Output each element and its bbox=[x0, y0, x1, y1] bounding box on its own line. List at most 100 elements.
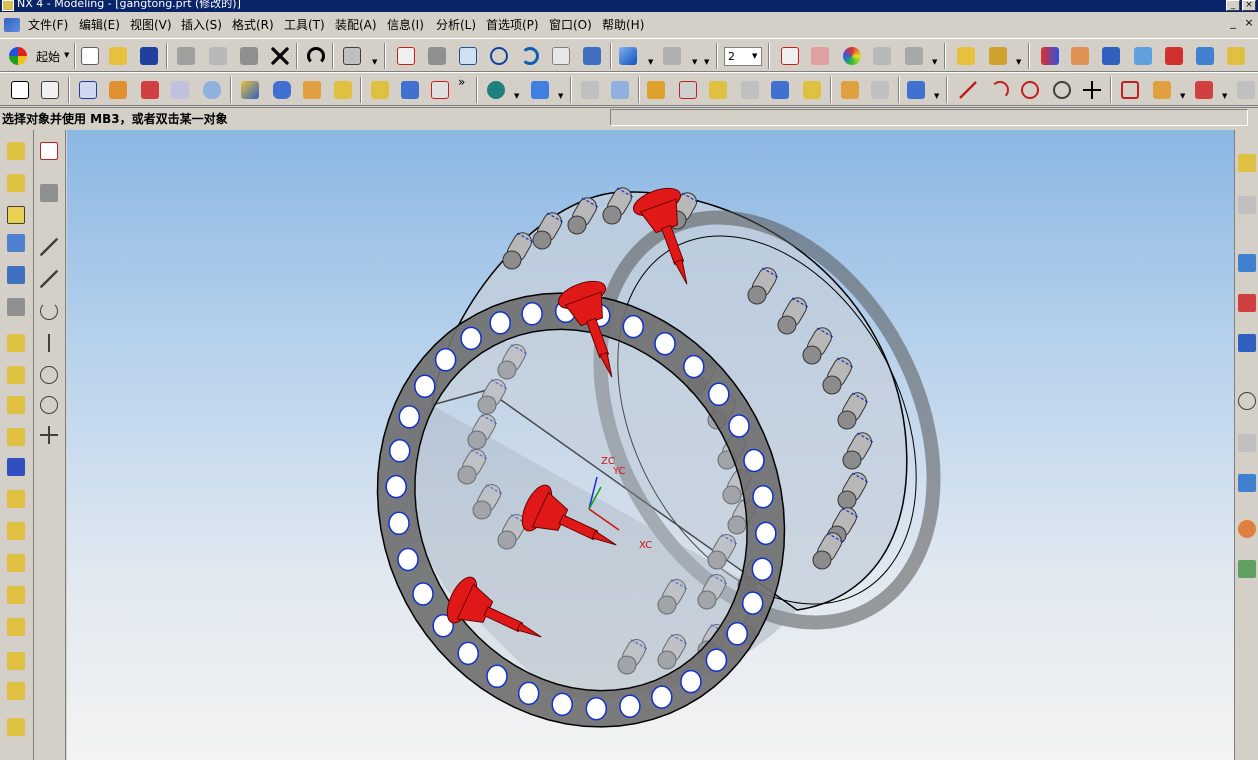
boss-icon[interactable] bbox=[398, 78, 422, 102]
cone-icon[interactable] bbox=[300, 78, 324, 102]
feature-icon[interactable] bbox=[1068, 44, 1092, 68]
curve-dropdown-arrow[interactable]: ▼ bbox=[1180, 93, 1186, 100]
zoom-window-icon[interactable] bbox=[425, 44, 449, 68]
menu-insert[interactable]: 插入(S) bbox=[181, 18, 222, 33]
pan-icon[interactable] bbox=[549, 44, 573, 68]
curve-rule-icon[interactable] bbox=[1118, 78, 1142, 102]
offset-face-icon[interactable] bbox=[676, 78, 700, 102]
view-orient-icon[interactable] bbox=[660, 44, 684, 68]
system-materials-tab[interactable] bbox=[1236, 556, 1258, 582]
view-orient-dropdown-arrow[interactable]: ▼ bbox=[692, 59, 698, 66]
shaded-cube-icon[interactable] bbox=[616, 44, 640, 68]
color-palette-icon[interactable] bbox=[840, 44, 864, 68]
trim-dropdown-arrow[interactable]: ▼ bbox=[558, 93, 564, 100]
line-tool-icon[interactable] bbox=[36, 234, 62, 260]
assembly-cut-icon[interactable] bbox=[3, 678, 29, 704]
v13-sketch-icon[interactable] bbox=[38, 78, 62, 102]
sequence-icon[interactable] bbox=[3, 614, 29, 640]
paste-icon[interactable] bbox=[237, 44, 261, 68]
arc-tool-icon[interactable] bbox=[36, 298, 62, 324]
minimize-button[interactable]: _ bbox=[1226, 0, 1240, 11]
zoom-icon[interactable] bbox=[456, 44, 480, 68]
menu-window[interactable]: 窗口(O) bbox=[549, 18, 592, 33]
doc-close-button[interactable]: × bbox=[1242, 17, 1256, 31]
block-icon[interactable] bbox=[238, 78, 262, 102]
arc-icon[interactable] bbox=[988, 78, 1012, 102]
menu-tools[interactable]: 工具(T) bbox=[284, 18, 325, 33]
roles-tab[interactable] bbox=[1236, 516, 1258, 542]
help-tab[interactable] bbox=[1236, 330, 1258, 356]
measure-distance-icon[interactable] bbox=[954, 44, 978, 68]
circle-icon[interactable] bbox=[1050, 78, 1074, 102]
reposition-icon[interactable] bbox=[3, 486, 29, 512]
surface-icon[interactable] bbox=[1099, 44, 1123, 68]
line-icon[interactable] bbox=[956, 78, 980, 102]
explode-view-icon[interactable] bbox=[3, 262, 29, 288]
doc-minimize-button[interactable]: _ bbox=[1226, 17, 1240, 31]
shell-icon[interactable] bbox=[644, 78, 668, 102]
analysis-icon[interactable] bbox=[1038, 44, 1062, 68]
reuse-library-tab[interactable] bbox=[1236, 470, 1258, 496]
circle-tool-icon[interactable] bbox=[36, 392, 62, 418]
substitute-icon[interactable] bbox=[3, 582, 29, 608]
assembly-navigator-tab[interactable] bbox=[1236, 150, 1258, 176]
edge-blend-icon[interactable] bbox=[578, 78, 602, 102]
sheet-icon[interactable] bbox=[1131, 44, 1155, 68]
menu-assembly[interactable]: 装配(A) bbox=[335, 18, 377, 33]
snap-point-icon[interactable] bbox=[36, 138, 62, 164]
menu-edit[interactable]: 编辑(E) bbox=[79, 18, 120, 33]
chamfer-icon[interactable] bbox=[608, 78, 632, 102]
measure-dropdown-arrow[interactable]: ▼ bbox=[1016, 59, 1022, 66]
visibility-dropdown-arrow[interactable]: ▼ bbox=[932, 59, 938, 66]
assembly-icon[interactable] bbox=[8, 78, 32, 102]
web-browser-tab[interactable] bbox=[1236, 250, 1258, 276]
project-dropdown-arrow[interactable]: ▼ bbox=[1222, 93, 1228, 100]
clock-tab[interactable] bbox=[1236, 388, 1258, 414]
drafting-icon[interactable] bbox=[1224, 44, 1248, 68]
draft-icon[interactable] bbox=[768, 78, 792, 102]
menu-help[interactable]: 帮助(H) bbox=[602, 18, 644, 33]
patch-icon[interactable] bbox=[868, 78, 892, 102]
point-tool-icon[interactable] bbox=[36, 422, 62, 448]
cut-icon[interactable] bbox=[174, 44, 198, 68]
gear-assembly-icon[interactable] bbox=[36, 180, 62, 206]
start-button[interactable]: 起始 bbox=[36, 48, 60, 65]
start-icon[interactable] bbox=[6, 44, 30, 68]
replace-component-icon[interactable] bbox=[3, 550, 29, 576]
cylinder-ring-model[interactable] bbox=[376, 160, 1001, 728]
copy-icon[interactable] bbox=[206, 44, 230, 68]
selection-filter-dropdown-arrow[interactable]: ▼ bbox=[372, 59, 378, 66]
sew-icon[interactable] bbox=[838, 78, 862, 102]
open-folder-icon[interactable] bbox=[106, 44, 130, 68]
rotate-icon[interactable] bbox=[518, 44, 542, 68]
new-file-icon[interactable] bbox=[78, 44, 102, 68]
menu-format[interactable]: 格式(R) bbox=[232, 18, 274, 33]
center-point-icon[interactable] bbox=[36, 362, 62, 388]
sweep-icon[interactable] bbox=[168, 78, 192, 102]
sphere-icon[interactable] bbox=[331, 78, 355, 102]
menu-view[interactable]: 视图(V) bbox=[130, 18, 172, 33]
unite-icon[interactable] bbox=[484, 78, 508, 102]
wcs-orient-icon[interactable] bbox=[808, 44, 832, 68]
palette-tab[interactable] bbox=[1236, 430, 1258, 456]
edit-curve-icon[interactable] bbox=[1234, 78, 1258, 102]
document-icon[interactable] bbox=[4, 18, 20, 32]
boolean-dropdown-arrow[interactable]: ▼ bbox=[514, 93, 520, 100]
save-icon[interactable] bbox=[137, 44, 161, 68]
component-icon[interactable] bbox=[3, 170, 29, 196]
close-button[interactable]: × bbox=[1242, 0, 1256, 11]
create-new-component-icon[interactable] bbox=[3, 330, 29, 356]
scale-body-icon[interactable] bbox=[800, 78, 824, 102]
trim-body-icon[interactable] bbox=[528, 78, 552, 102]
start-dropdown-arrow[interactable]: ▼ bbox=[64, 52, 70, 59]
arrangement-icon[interactable] bbox=[3, 648, 29, 674]
part-navigator-tab[interactable] bbox=[1236, 192, 1258, 218]
simulation-icon[interactable] bbox=[1193, 44, 1217, 68]
mirror-assembly-icon[interactable] bbox=[3, 454, 29, 480]
wcs-icon[interactable] bbox=[778, 44, 802, 68]
new-parent-icon[interactable] bbox=[3, 362, 29, 388]
revolve-icon[interactable] bbox=[138, 78, 162, 102]
camera-view-icon[interactable] bbox=[580, 44, 604, 68]
spline-icon[interactable] bbox=[1018, 78, 1042, 102]
synchronous-dropdown-arrow[interactable]: ▼ bbox=[934, 93, 940, 100]
